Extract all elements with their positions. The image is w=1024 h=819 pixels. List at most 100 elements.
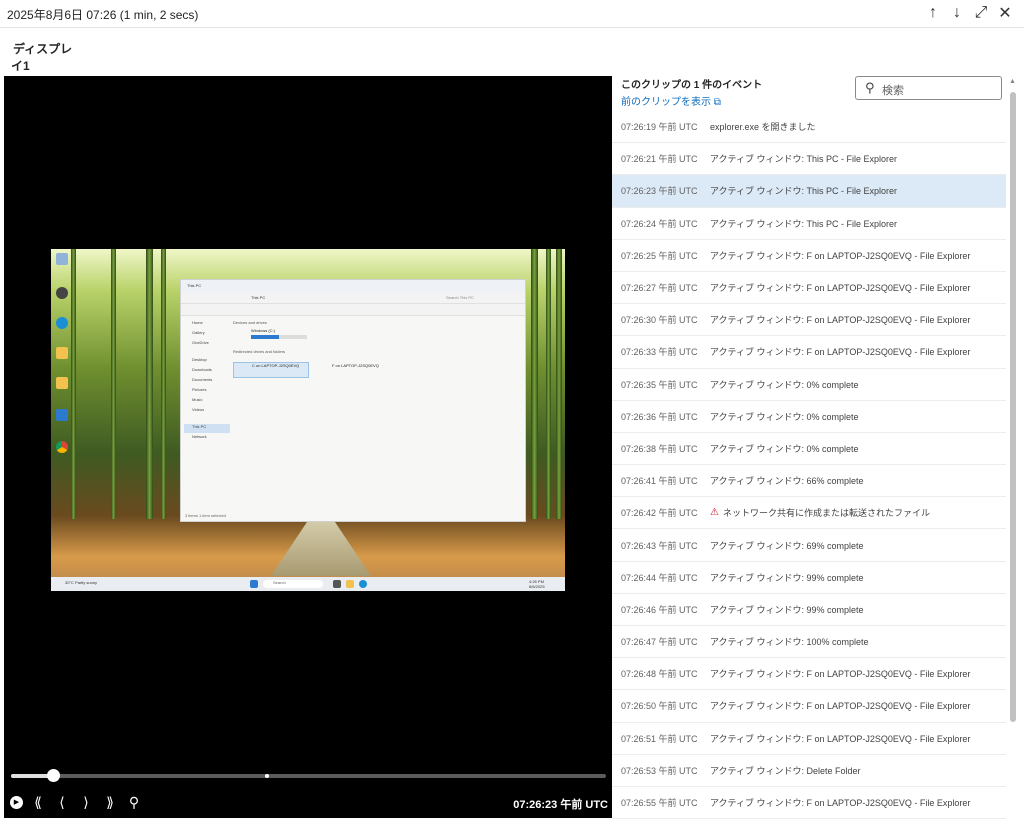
event-row[interactable]: 07:26:41 午前 UTC アクティブ ウィンドウ: 66% complete — [612, 465, 1006, 498]
event-time: 07:26:55 午前 UTC — [621, 798, 698, 809]
drive-label: C on LAPTOP-J2SQ0EVQ — [252, 363, 300, 368]
event-text: アクティブ ウィンドウ: F on LAPTOP-J2SQ0EVQ - File… — [710, 283, 971, 294]
event-text: アクティブ ウィンドウ: F on LAPTOP-J2SQ0EVQ - File… — [710, 733, 971, 744]
event-time: 07:26:30 午前 UTC — [621, 315, 698, 326]
event-row[interactable]: 07:26:24 午前 UTC アクティブ ウィンドウ: This PC - Fi… — [612, 208, 1006, 240]
event-row[interactable]: 07:26:21 午前 UTC アクティブ ウィンドウ: This PC - Fi… — [612, 143, 1006, 176]
timeline-track[interactable] — [11, 769, 606, 782]
skip-back-icon[interactable]: ⟪ — [29, 793, 47, 811]
nav-item: This PC — [184, 424, 230, 433]
timeline-thumb[interactable] — [46, 769, 60, 782]
event-row[interactable]: 07:26:30 午前 UTC アクティブ ウィンドウ: F on LAPTOP-… — [612, 304, 1006, 337]
drive-label: F on LAPTOP-J2SQ0EVQ — [332, 363, 379, 368]
event-row[interactable]: 07:26:47 午前 UTC アクティブ ウィンドウ: 100% complet… — [612, 626, 1006, 659]
event-row[interactable]: 07:26:27 午前 UTC アクティブ ウィンドウ: F on LAPTOP-… — [612, 272, 1006, 305]
event-row[interactable]: 07:26:51 午前 UTC アクティブ ウィンドウ: F on LAPTOP-… — [612, 723, 1006, 755]
video-player[interactable]: This PC This PC Search This PC Home Gall… — [4, 76, 612, 818]
event-text: アクティブ ウィンドウ: F on LAPTOP-J2SQ0EVQ - File… — [710, 669, 971, 680]
event-row[interactable]: 07:26:38 午前 UTC アクティブ ウィンドウ: 0% complete — [612, 433, 1006, 466]
step-forward-icon[interactable]: ⟩ — [77, 793, 95, 811]
close-icon[interactable]: ✕ — [996, 3, 1014, 23]
event-time: 07:26:23 午前 UTC — [621, 186, 698, 197]
play-icon[interactable]: ▶ — [10, 795, 23, 809]
explorer-toolbar: This PC Search This PC — [181, 292, 525, 304]
event-description: ⚠ ネットワーク共有に作成または転送されたファイル — [701, 506, 1006, 519]
event-marker[interactable] — [264, 774, 269, 778]
nav-item: Desktop — [192, 357, 207, 362]
event-row[interactable]: 07:26:19 午前 UTC explorer.exe を開きました — [612, 111, 1006, 144]
event-time: 07:26:25 午前 UTC — [621, 250, 698, 261]
events-panel: このクリップの 1 件のイベント 前のクリップを表示 ⧉ ⚲ 検索 07:26:… — [612, 68, 1008, 819]
event-text: アクティブ ウィンドウ: This PC - File Explorer — [710, 186, 898, 197]
event-description: アクティブ ウィンドウ: 0% complete — [701, 378, 1006, 391]
event-text: アクティブ ウィンドウ: This PC - File Explorer — [710, 154, 898, 165]
explorer-commandbar — [181, 304, 525, 316]
event-time: 07:26:47 午前 UTC — [621, 637, 698, 648]
event-row[interactable]: 07:26:44 午前 UTC アクティブ ウィンドウ: 99% complete — [612, 562, 1006, 594]
arrow-up-icon[interactable]: ↑ — [924, 3, 942, 23]
event-description: アクティブ ウィンドウ: 0% complete — [701, 442, 1006, 455]
event-row[interactable]: 07:26:50 午前 UTC アクティブ ウィンドウ: F on LAPTOP-… — [612, 690, 1006, 723]
event-time: 07:26:38 午前 UTC — [621, 443, 698, 454]
events-search-input[interactable]: ⚲ 検索 — [855, 76, 1002, 100]
search-placeholder: 検索 — [882, 85, 904, 97]
event-description: アクティブ ウィンドウ: 99% complete — [701, 571, 1006, 584]
event-row[interactable]: 07:26:33 午前 UTC アクティブ ウィンドウ: F on LAPTOP-… — [612, 336, 1006, 369]
event-row[interactable]: 07:26:43 午前 UTC アクティブ ウィンドウ: 69% complete — [612, 529, 1006, 562]
step-back-icon[interactable]: ⟨ — [53, 793, 71, 811]
event-row[interactable]: 07:26:46 午前 UTC アクティブ ウィンドウ: 99% complete — [612, 594, 1006, 626]
event-description: アクティブ ウィンドウ: 69% complete — [701, 539, 1006, 552]
event-text: アクティブ ウィンドウ: F on LAPTOP-J2SQ0EVQ - File… — [710, 250, 971, 261]
event-row[interactable]: 07:26:36 午前 UTC アクティブ ウィンドウ: 0% complete — [612, 401, 1006, 433]
zoom-icon[interactable]: ⚲ — [125, 793, 143, 811]
event-description: アクティブ ウィンドウ: F on LAPTOP-J2SQ0EVQ - File… — [701, 796, 1006, 809]
event-time: 07:26:46 午前 UTC — [621, 604, 698, 615]
expand-icon[interactable]: ⤢ — [972, 3, 990, 23]
skip-forward-icon[interactable]: ⟫ — [101, 793, 119, 811]
event-text: アクティブ ウィンドウ: 0% complete — [710, 443, 859, 454]
event-row[interactable]: 07:26:55 午前 UTC アクティブ ウィンドウ: F on LAPTOP-… — [612, 787, 1006, 819]
event-description: アクティブ ウィンドウ: F on LAPTOP-J2SQ0EVQ - File… — [701, 345, 1006, 358]
event-description: アクティブ ウィンドウ: F on LAPTOP-J2SQ0EVQ - File… — [701, 281, 1006, 294]
start-icon — [250, 580, 258, 588]
taskbar: 30°C Partly sunny Search 4:26 PM 8/6/202… — [51, 577, 565, 591]
event-row[interactable]: 07:26:53 午前 UTC アクティブ ウィンドウ: Delete Folde… — [612, 755, 1006, 787]
file-explorer-window: This PC This PC Search This PC Home Gall… — [180, 279, 526, 522]
event-time: 07:26:21 午前 UTC — [621, 154, 698, 165]
event-time: 07:26:27 午前 UTC — [621, 283, 698, 294]
event-text: アクティブ ウィンドウ: 0% complete — [710, 379, 859, 390]
recorded-screen: This PC This PC Search This PC Home Gall… — [51, 249, 565, 591]
event-description: アクティブ ウィンドウ: This PC - File Explorer — [701, 217, 1006, 230]
nav-item: Documents — [192, 377, 213, 382]
event-row[interactable]: 07:26:48 午前 UTC アクティブ ウィンドウ: F on LAPTOP-… — [612, 658, 1006, 691]
folder-icon — [346, 580, 354, 588]
scroll-thumb[interactable] — [1010, 92, 1016, 722]
warning-icon: ⚠ — [710, 507, 719, 519]
event-row[interactable]: 07:26:35 午前 UTC アクティブ ウィンドウ: 0% complete — [612, 369, 1006, 401]
event-row[interactable]: 07:26:25 午前 UTC アクティブ ウィンドウ: F on LAPTOP-… — [612, 240, 1006, 272]
explorer-search: Search This PC — [446, 295, 474, 300]
event-time: 07:26:51 午前 UTC — [621, 733, 698, 744]
nav-item: Home — [192, 320, 203, 325]
prev-clip-link[interactable]: 前のクリップを表示 ⧉ — [621, 93, 721, 108]
external-link-icon: ⧉ — [713, 97, 721, 108]
event-time: 07:26:43 午前 UTC — [621, 540, 698, 551]
panel-scrollbar[interactable]: ▲ — [1008, 78, 1018, 818]
nav-item: Music — [192, 397, 203, 402]
nav-item: Network — [192, 434, 207, 439]
event-time: 07:26:19 午前 UTC — [621, 122, 698, 133]
event-text: アクティブ ウィンドウ: F on LAPTOP-J2SQ0EVQ - File… — [710, 798, 971, 809]
scroll-up-icon[interactable]: ▲ — [1009, 78, 1016, 85]
event-row[interactable]: 07:26:42 午前 UTC ⚠ ネットワーク共有に作成または転送されたファイル — [612, 497, 1006, 530]
event-row[interactable]: 07:26:23 午前 UTC アクティブ ウィンドウ: This PC - Fi… — [612, 175, 1006, 208]
search-icon: ⚲ — [865, 80, 875, 95]
events-list: 07:26:19 午前 UTC explorer.exe を開きました 07:26:… — [612, 111, 1006, 819]
taskbar-search: Search — [263, 580, 323, 588]
arrow-down-icon[interactable]: ↓ — [948, 3, 966, 23]
event-description: アクティブ ウィンドウ: 0% complete — [701, 410, 1006, 423]
event-description: アクティブ ウィンドウ: This PC - File Explorer — [701, 184, 1006, 197]
event-text: アクティブ ウィンドウ: 66% complete — [710, 476, 864, 487]
event-text: アクティブ ウィンドウ: 99% complete — [710, 572, 864, 583]
event-time: 07:26:33 午前 UTC — [621, 347, 698, 358]
drive-f: F on LAPTOP-J2SQ0EVQ — [313, 362, 389, 378]
